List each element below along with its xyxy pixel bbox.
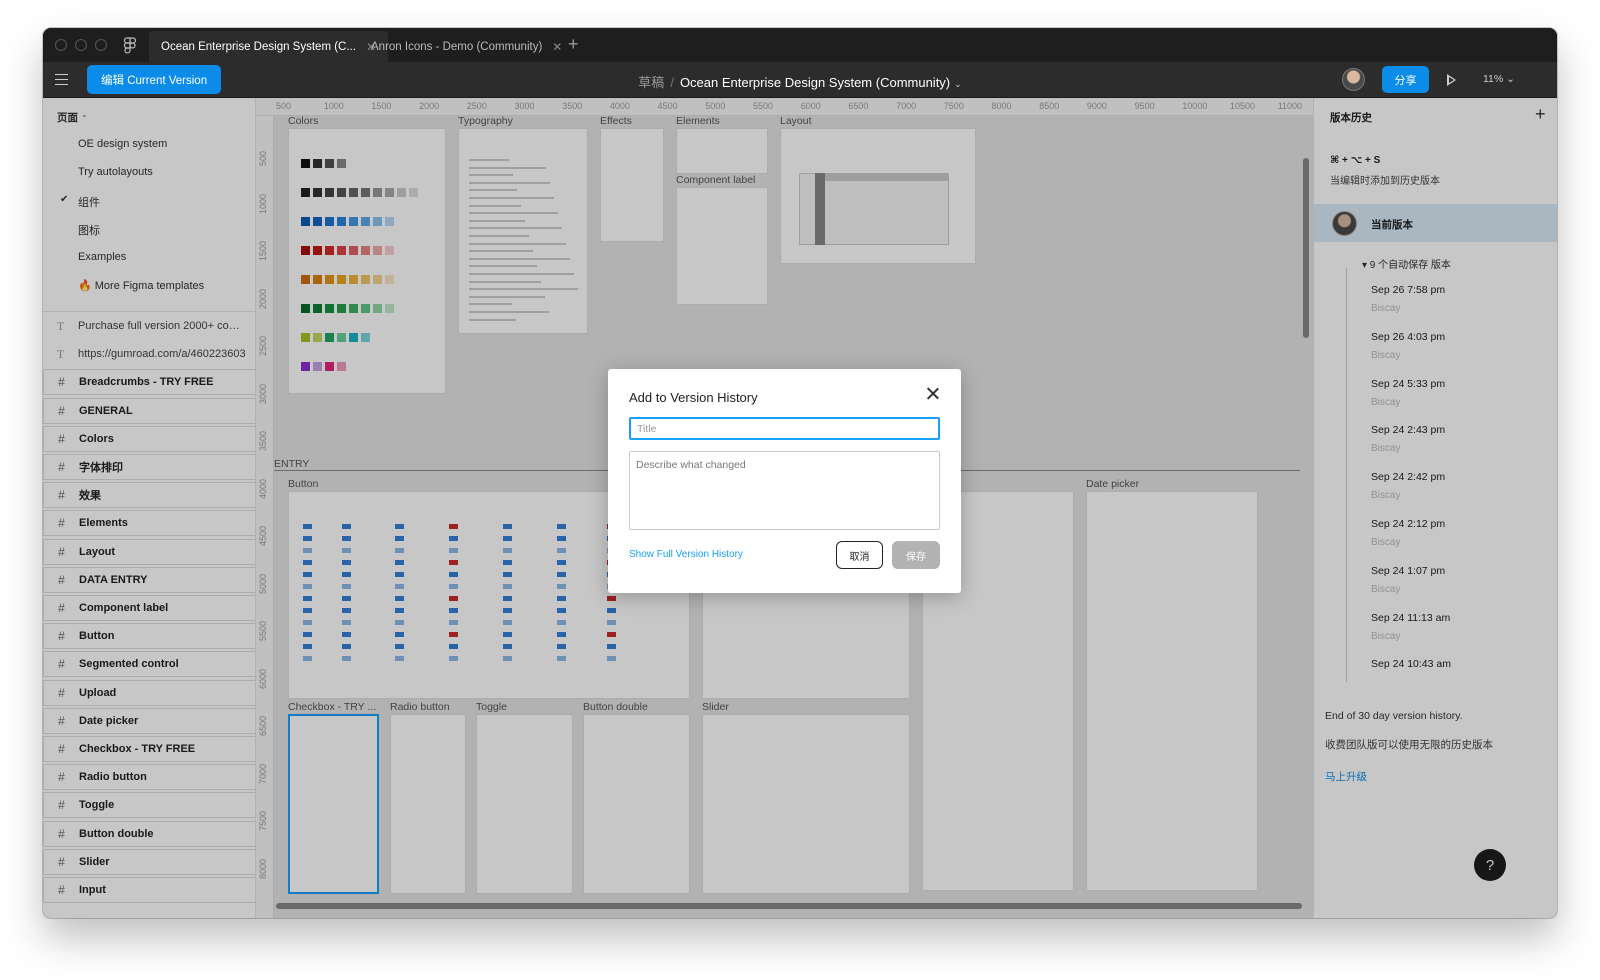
user-avatar[interactable] [1342,68,1365,91]
save-button[interactable]: 保存 [892,541,940,569]
close-icon[interactable] [926,387,940,401]
figma-logo-icon[interactable] [123,37,137,55]
add-version-dialog: Add to Version History Show Full Version… [608,369,961,593]
cancel-button[interactable]: 取消 [836,541,883,569]
breadcrumb-drafts[interactable]: 草稿 [638,75,664,90]
tab-label: Anron Icons - Demo (Community) [371,40,543,53]
window-controls [55,39,107,51]
minimize-window-button[interactable] [75,39,87,51]
show-full-history-link[interactable]: Show Full Version History [629,549,743,560]
breadcrumb-file-name[interactable]: Ocean Enterprise Design System (Communit… [680,75,950,90]
tab-anron-icons[interactable]: Anron Icons - Demo (Community) ✕ [359,31,574,62]
toolbar: 编辑 Current Version 草稿 / Ocean Enterprise D… [43,62,1557,98]
tab-ocean-enterprise[interactable]: Ocean Enterprise Design System (C... ✕ [149,31,388,62]
zoom-dropdown[interactable]: 11% ⌄ [1483,73,1515,85]
version-description-input[interactable] [629,451,940,530]
tab-label: Ocean Enterprise Design System (C... [161,40,356,53]
figma-window: Ocean Enterprise Design System (C... ✕ A… [43,28,1557,918]
version-title-input[interactable] [629,417,940,440]
chevron-down-icon: ⌄ [1506,73,1515,85]
share-button[interactable]: 分享 [1382,66,1429,93]
chevron-down-icon[interactable]: ⌄ [954,79,962,89]
close-window-button[interactable] [55,39,67,51]
new-tab-plus-icon[interactable]: + [568,34,579,55]
dialog-title: Add to Version History [629,390,758,405]
present-play-icon[interactable] [1447,74,1456,86]
tab-bar: Ocean Enterprise Design System (C... ✕ A… [43,28,1557,62]
maximize-window-button[interactable] [95,39,107,51]
close-icon[interactable]: ✕ [552,40,562,54]
zoom-level: 11% [1483,73,1504,85]
breadcrumb: 草稿 / Ocean Enterprise Design System (Commu… [638,75,962,90]
